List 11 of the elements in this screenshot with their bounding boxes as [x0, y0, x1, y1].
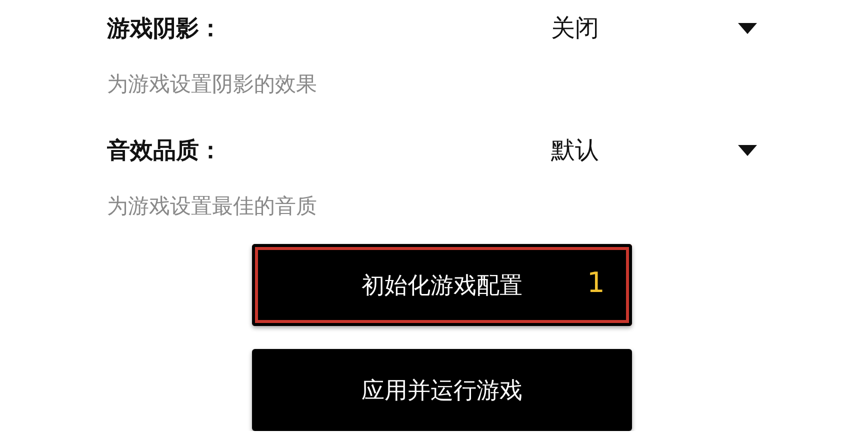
action-button[interactable]: 初始化游戏配置 1: [252, 244, 632, 326]
dropdown-value[interactable]: 默认: [551, 134, 738, 166]
caret-icon[interactable]: [738, 22, 757, 34]
caret-icon[interactable]: [738, 144, 757, 156]
setting-label: 游戏阴影：: [107, 14, 223, 44]
setting-label: 音效品质：: [107, 136, 223, 166]
dropdown-value[interactable]: 关闭: [551, 12, 738, 44]
action-button[interactable]: 应用并运行游戏: [252, 349, 632, 431]
setting-description: 为游戏设置阴影的效果: [107, 71, 317, 98]
number-label: 1: [587, 266, 605, 299]
setting-description: 为游戏设置最佳的音质: [107, 193, 317, 220]
